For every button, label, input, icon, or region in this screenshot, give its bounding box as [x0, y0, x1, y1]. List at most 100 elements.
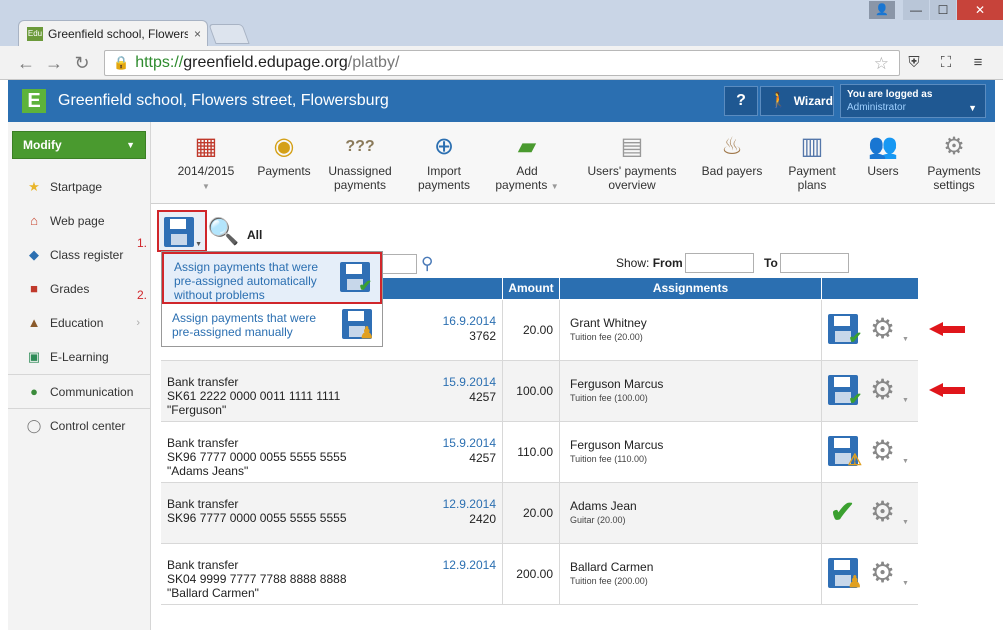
payment-date[interactable]: 16.9.2014 [443, 314, 496, 328]
user-menu[interactable]: You are logged as Administrator ▼ [840, 84, 986, 118]
payment-type: Bank transfer [167, 558, 239, 572]
menu-item-assign-manual[interactable]: Assign payments that were pre-assigned m… [162, 305, 382, 347]
chevron-down-icon: ▼ [902, 458, 909, 465]
module-payment-plans[interactable]: ▥ Payment plans [781, 132, 843, 192]
chevron-right-icon: › [136, 317, 140, 329]
school-title[interactable]: Greenfield school, Flowers street, Flowe… [58, 92, 389, 110]
date-to-field[interactable] [780, 253, 849, 273]
close-window-button[interactable]: ✕ [957, 0, 1003, 20]
module-school-year[interactable]: ▦ 2014/2015 ▼ [173, 132, 239, 194]
payment-cell: Bank transfer SK96 7777 0000 0055 5555 5… [161, 422, 502, 483]
module-label: 2014/2015 [177, 164, 235, 178]
module-label: Users' payments [587, 164, 677, 178]
amount-value: 20.00 [522, 506, 553, 520]
gear-icon[interactable]: ⚙ [870, 375, 895, 405]
all-filter-label[interactable]: All [247, 228, 262, 242]
bookmark-star-icon[interactable]: ☆ [874, 54, 889, 74]
sidebar-item-label: Class register [50, 248, 124, 262]
warning-icon: ⚠ [847, 452, 862, 469]
url-domain: greenfield.edupage.org [183, 54, 348, 71]
module-import-payments[interactable]: ⊕ Import payments [409, 132, 479, 192]
sidebar-item-grades[interactable]: ■ Grades [8, 272, 150, 306]
date-from-field[interactable] [685, 253, 754, 273]
edupage-logo[interactable]: E [22, 89, 46, 113]
tab-close-icon[interactable]: × [194, 27, 201, 41]
sidebar-item-startpage[interactable]: ★ Startpage [8, 170, 150, 204]
chevron-down-icon: ▼ [202, 182, 210, 191]
tab-title: Greenfield school, Flowers [48, 26, 188, 41]
search-icon[interactable]: ⚲ [421, 254, 433, 274]
table-row[interactable]: Bank transfer SK04 9999 7777 7788 8888 8… [161, 544, 918, 605]
module-label: Payment [788, 164, 836, 178]
floppy-person-icon[interactable]: ♟ [828, 558, 862, 591]
show-label: Show: From [616, 256, 683, 270]
module-users-payments-overview[interactable]: ▤ Users' payments overview [581, 132, 683, 192]
floppy-check-icon[interactable]: ✔ [828, 375, 862, 408]
coins-icon: ◉ [273, 133, 295, 160]
back-arrow-icon[interactable]: ← [16, 53, 36, 73]
browser-user-icon[interactable]: 👤 [869, 1, 895, 19]
assign-dropdown-menu: Assign payments that were pre-assigned a… [161, 251, 383, 347]
module-bad-payers[interactable]: ♨ Bad payers [697, 132, 767, 178]
maximize-button[interactable]: ☐ [930, 0, 956, 20]
payment-type: Bank transfer [167, 497, 239, 511]
module-payments-settings[interactable]: ⚙ Payments settings [921, 132, 987, 192]
address-bar[interactable]: 🔒 https:// greenfield.edupage.org /platb… [104, 50, 900, 76]
assign-save-button[interactable]: ▼ [157, 210, 207, 252]
minimize-button[interactable]: — [903, 0, 929, 20]
floppy-check-icon[interactable]: ✔ [828, 314, 862, 347]
chevron-down-icon: ▼ [550, 182, 559, 191]
fullscreen-icon[interactable]: ⛶ [936, 54, 956, 72]
document-search-icon[interactable]: 🔍 [207, 216, 239, 247]
sidebar-item-control-center[interactable]: ◯ Control center [8, 408, 150, 442]
plans-icon: ▥ [800, 133, 824, 160]
help-button[interactable]: ? [724, 86, 758, 116]
assignee-name: Grant Whitney [570, 316, 647, 330]
check-icon[interactable]: ✔ [828, 496, 860, 529]
modify-button[interactable]: Modify ▼ [12, 131, 146, 159]
amount-cell: 20.00 [502, 300, 559, 361]
payment-account: SK04 9999 7777 7788 8888 8888 [167, 572, 347, 586]
sidebar-item-web-page[interactable]: ⌂ Web page [8, 204, 150, 238]
step-2-label: 2. [137, 288, 148, 302]
payment-date[interactable]: 15.9.2014 [443, 436, 496, 450]
browser-tab[interactable]: Edu Greenfield school, Flowers × [18, 20, 208, 46]
sidebar-item-label: Startpage [50, 180, 103, 194]
overview-icon: ▤ [620, 133, 644, 160]
gear-icon[interactable]: ⚙ [870, 558, 895, 588]
new-tab-button[interactable] [208, 24, 250, 44]
gear-icon[interactable]: ⚙ [870, 436, 895, 466]
actions-cell: ✔ ⚙ ▼ [821, 300, 918, 361]
sidebar-item-education[interactable]: ▲ Education › [8, 306, 150, 340]
sidebar-item-communication[interactable]: ● Communication [8, 374, 150, 408]
floppy-warning-icon[interactable]: ⚠ [828, 436, 862, 469]
shield-extension-icon[interactable]: ⛨ [904, 54, 924, 72]
logged-label: You are logged as [847, 89, 933, 100]
gear-icon[interactable]: ⚙ [870, 497, 895, 527]
forward-arrow-icon[interactable]: → [44, 53, 64, 73]
module-users[interactable]: 👥 Users [859, 132, 907, 178]
payment-date[interactable]: 15.9.2014 [443, 375, 496, 389]
module-label: Bad payers [701, 164, 763, 178]
payment-note: "Adams Jeans" [167, 464, 249, 478]
module-add-payments[interactable]: ▰ Add payments ▼ [489, 132, 565, 194]
assignment-cell: Grant Whitney Tuition fee (20.00) [559, 300, 821, 361]
payment-date[interactable]: 12.9.2014 [443, 497, 496, 511]
sidebar-item-class-register[interactable]: ◆ Class register [8, 238, 150, 272]
step-1-label: 1. [137, 236, 148, 250]
module-payments[interactable]: ◉ Payments [253, 132, 315, 178]
module-unassigned-payments[interactable]: ??? Unassigned payments [323, 132, 397, 192]
menu-icon[interactable]: ≡ [968, 54, 988, 72]
menu-item-assign-automatic[interactable]: Assign payments that were pre-assigned a… [162, 252, 382, 304]
reload-icon[interactable]: ↻ [72, 53, 92, 73]
assignment-detail: Tuition fee (200.00) [570, 576, 648, 586]
table-row[interactable]: Bank transfer SK96 7777 0000 0055 5555 5… [161, 422, 918, 483]
sidebar-item-e-learning[interactable]: ▣ E-Learning [8, 340, 150, 374]
gear-icon[interactable]: ⚙ [870, 314, 895, 344]
table-row[interactable]: Bank transfer SK61 2222 0000 0011 1111 1… [161, 361, 918, 422]
wizard-button[interactable]: 🚶 Wizard [760, 86, 834, 116]
wizard-label: Wizard [793, 94, 833, 108]
table-row[interactable]: Bank transfer SK96 7777 0000 0055 5555 5… [161, 483, 918, 544]
payment-date[interactable]: 12.9.2014 [443, 558, 496, 572]
assignment-cell: Adams Jean Guitar (20.00) [559, 483, 821, 544]
